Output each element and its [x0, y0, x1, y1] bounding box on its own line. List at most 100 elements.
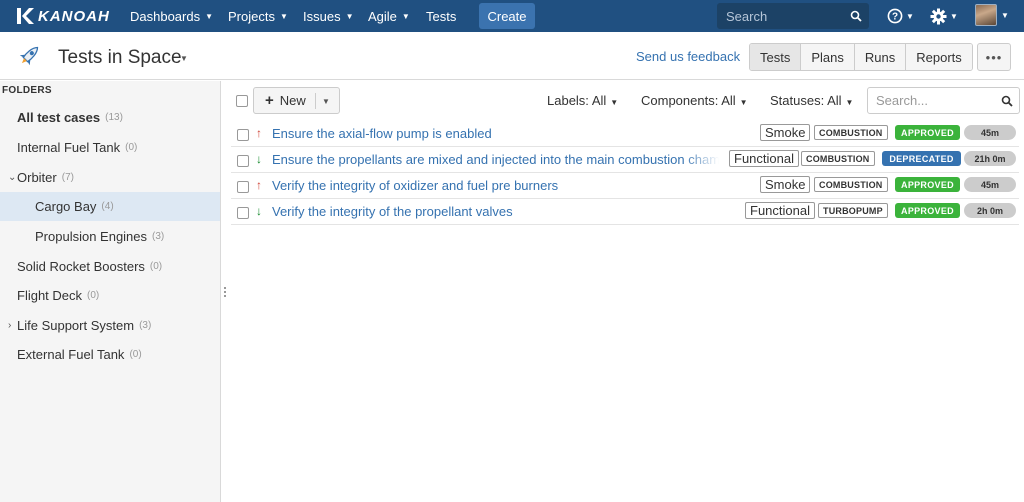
- row-checkbox[interactable]: [237, 207, 249, 219]
- components-filter-label: Components: All: [641, 93, 736, 108]
- labels-filter-label: Labels: All: [547, 93, 607, 108]
- test-title-link[interactable]: Ensure the propellants are mixed and inj…: [272, 152, 719, 167]
- select-all-checkbox[interactable]: [236, 95, 248, 107]
- folder-life-support-system[interactable]: › Life Support System (3): [0, 311, 220, 340]
- plus-icon: +: [265, 92, 274, 109]
- chevron-down-icon[interactable]: ⌄: [8, 172, 16, 183]
- nav-tests[interactable]: Tests: [426, 0, 456, 32]
- row-checkbox[interactable]: [237, 155, 249, 167]
- label-tag: Functional: [745, 202, 815, 219]
- search-icon: [850, 10, 862, 22]
- nav-agile[interactable]: Agile ▼: [368, 0, 410, 32]
- chevron-down-icon: ▼: [345, 11, 354, 21]
- nav-projects-label: Projects: [228, 8, 275, 24]
- statuses-filter-label: Statuses: All: [770, 93, 842, 108]
- folder-orbiter[interactable]: ⌄ Orbiter (7): [0, 163, 220, 192]
- tab-tests[interactable]: Tests: [750, 44, 801, 70]
- user-menu[interactable]: ▼: [975, 4, 1009, 26]
- priority-down-arrow-icon: ↓: [256, 152, 262, 166]
- folder-label: Cargo Bay: [35, 199, 97, 214]
- nav-dashboards-label: Dashboards: [130, 8, 201, 24]
- row-checkbox[interactable]: [237, 129, 249, 141]
- folder-label: Internal Fuel Tank: [17, 140, 121, 155]
- component-tag: COMBUSTION: [814, 177, 888, 192]
- test-title-link[interactable]: Verify the integrity of oxidizer and fue…: [272, 178, 722, 193]
- table-row[interactable]: ↑ Ensure the axial-flow pump is enabled …: [231, 121, 1019, 147]
- nav-projects[interactable]: Projects ▼: [228, 0, 288, 32]
- folder-count: (0): [125, 142, 138, 153]
- more-actions-button[interactable]: •••: [977, 43, 1011, 71]
- svg-text:?: ?: [892, 12, 898, 23]
- help-menu[interactable]: ? ▼: [887, 7, 914, 25]
- project-title[interactable]: Tests in Space: [58, 47, 182, 69]
- settings-menu[interactable]: ▼: [930, 7, 958, 25]
- global-search-placeholder: Search: [726, 8, 768, 24]
- chevron-down-icon[interactable]: ▼: [180, 54, 188, 63]
- send-feedback-link[interactable]: Send us feedback: [636, 49, 740, 64]
- chevron-down-icon: ▼: [845, 98, 854, 107]
- kanoah-logo[interactable]: KANOAH: [14, 0, 114, 32]
- chevron-down-icon: ▼: [950, 11, 958, 21]
- folder-all-test-cases[interactable]: All test cases (13): [0, 103, 220, 132]
- labels-filter[interactable]: Labels: All ▼: [547, 93, 618, 108]
- statuses-filter[interactable]: Statuses: All ▼: [770, 93, 853, 108]
- folder-external-fuel-tank[interactable]: External Fuel Tank (0): [0, 340, 220, 369]
- create-button[interactable]: Create: [479, 3, 535, 29]
- chevron-right-icon[interactable]: ›: [8, 320, 11, 331]
- row-checkbox[interactable]: [237, 181, 249, 193]
- folder-count: (3): [152, 231, 165, 242]
- chevron-down-icon[interactable]: ▼: [322, 97, 330, 106]
- gear-icon: [930, 8, 947, 24]
- estimate-badge: 2h 0m: [964, 203, 1016, 218]
- sidebar-resize-handle[interactable]: [224, 287, 227, 299]
- nav-dashboards[interactable]: Dashboards ▼: [130, 0, 213, 32]
- priority-up-arrow-icon: ↑: [256, 126, 262, 140]
- new-test-button[interactable]: + New ▼: [253, 87, 340, 114]
- table-row[interactable]: ↑ Verify the integrity of oxidizer and f…: [231, 173, 1019, 199]
- folder-flight-deck[interactable]: Flight Deck (0): [0, 281, 220, 310]
- label-tag: Functional: [729, 150, 799, 167]
- nav-issues[interactable]: Issues ▼: [303, 0, 354, 32]
- table-row[interactable]: ↓ Verify the integrity of the propellant…: [231, 199, 1019, 225]
- folder-label: Orbiter: [17, 170, 57, 185]
- folder-label: Propulsion Engines: [35, 229, 148, 244]
- new-button-label: New: [279, 93, 306, 108]
- tab-plans[interactable]: Plans: [800, 44, 854, 70]
- folder-label: Solid Rocket Boosters: [17, 259, 145, 274]
- components-filter[interactable]: Components: All ▼: [641, 93, 748, 108]
- nav-agile-label: Agile: [368, 8, 397, 24]
- top-navigation-bar: KANOAH Dashboards ▼ Projects ▼ Issues ▼ Agi…: [0, 0, 1024, 32]
- folder-count: (13): [105, 112, 123, 123]
- folder-count: (4): [101, 201, 114, 212]
- status-badge: DEPRECATED: [882, 151, 961, 166]
- test-title-link[interactable]: Verify the integrity of the propellant v…: [272, 204, 722, 219]
- folder-cargo-bay[interactable]: Cargo Bay (4): [0, 192, 220, 221]
- tab-runs[interactable]: Runs: [853, 44, 906, 70]
- global-search-input[interactable]: Search: [717, 3, 869, 29]
- logo-text: KANOAH: [38, 7, 110, 25]
- tab-reports[interactable]: Reports: [905, 44, 972, 70]
- folder-internal-fuel-tank[interactable]: Internal Fuel Tank (0): [0, 133, 220, 162]
- table-row[interactable]: ↓ Ensure the propellants are mixed and i…: [231, 147, 1019, 173]
- folders-sidebar: FOLDERS All test cases (13) Internal Fue…: [0, 81, 221, 502]
- folder-count: (0): [149, 261, 163, 272]
- priority-up-arrow-icon: ↑: [256, 178, 262, 192]
- priority-down-arrow-icon: ↓: [256, 204, 262, 218]
- component-tag: COMBUSTION: [814, 125, 888, 140]
- estimate-badge: 21h 0m: [964, 151, 1016, 166]
- rocket-icon: [19, 46, 39, 66]
- component-tag: TURBOPUMP: [818, 203, 888, 218]
- label-tag: Smoke: [760, 124, 811, 141]
- folder-propulsion-engines[interactable]: Propulsion Engines (3): [0, 222, 220, 251]
- folder-label: External Fuel Tank: [17, 347, 125, 362]
- folder-label: Flight Deck: [17, 288, 83, 303]
- folder-solid-rocket-boosters[interactable]: Solid Rocket Boosters (0): [0, 252, 220, 281]
- estimate-badge: 45m: [964, 177, 1016, 192]
- folder-count: (7): [61, 172, 74, 183]
- test-title-link[interactable]: Ensure the axial-flow pump is enabled: [272, 126, 722, 141]
- label-tag: Smoke: [760, 176, 811, 193]
- folder-count: (3): [139, 320, 152, 331]
- folder-label: Life Support System: [17, 318, 135, 333]
- folder-label: All test cases: [17, 110, 101, 125]
- test-search-input[interactable]: Search...: [867, 87, 1020, 114]
